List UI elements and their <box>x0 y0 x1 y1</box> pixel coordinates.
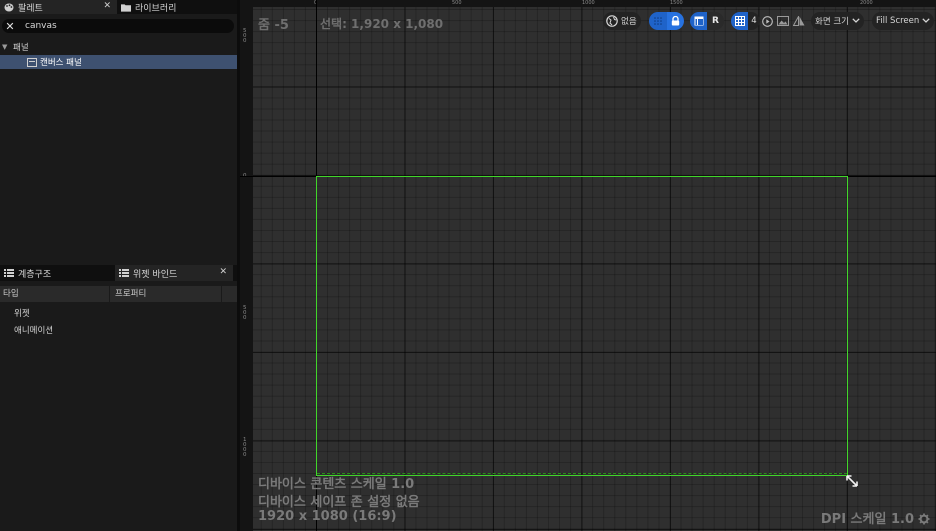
grid-icon <box>734 16 745 26</box>
tab-widget-bindings-label: 위젯 바인드 <box>133 269 178 280</box>
canvas-panel-selection[interactable] <box>316 176 848 476</box>
fill-screen-dropdown[interactable]: Fill Screen <box>872 12 935 30</box>
dotted-grid-toggle[interactable] <box>649 12 667 30</box>
ruler-tick: 5 0 0 <box>243 28 247 44</box>
caret-down-icon: ▼ <box>2 43 8 51</box>
play-circle-icon[interactable] <box>762 15 773 27</box>
tab-palette[interactable]: 팔레트 ✕ <box>0 0 117 14</box>
tree-item-canvas-panel[interactable]: 캔버스 패널 <box>0 55 237 69</box>
dpi-scale-label: DPI 스케일 1.0 <box>820 512 914 527</box>
ruler-tick: 1 0 0 0 <box>243 437 247 458</box>
device-content-scale: 디바이스 콘텐츠 스케일 1.0 <box>258 477 415 492</box>
ruler-tick: 5 0 0 <box>243 305 247 321</box>
lock-icon <box>671 16 680 26</box>
image-icon[interactable] <box>777 16 789 26</box>
view-mode-icons <box>762 12 805 30</box>
column-type[interactable]: 타입 <box>0 286 110 302</box>
chevron-down-icon <box>922 17 930 25</box>
grid-snap-value[interactable]: 4 <box>748 12 760 30</box>
selection-size: 선택: 1,920 x 1,080 <box>320 17 444 31</box>
table-row[interactable]: 애니메이션 <box>14 324 53 336</box>
bindings-table-header: 타입 프로퍼티 <box>0 286 237 302</box>
panel-widget-icon <box>27 57 37 67</box>
ruler-tick: 2000 <box>860 0 873 6</box>
resolution-label: 1920 x 1080 (16:9) <box>258 509 397 524</box>
column-property[interactable]: 프로퍼티 <box>110 286 222 302</box>
table-row[interactable]: 위젯 <box>14 307 30 319</box>
ruler-tick: 1500 <box>670 0 683 6</box>
dotted-grid-icon <box>654 17 662 25</box>
tab-palette-label: 팔레트 <box>18 3 43 14</box>
clear-search-icon[interactable]: ✕ <box>2 20 18 33</box>
respect-locks-button[interactable]: R <box>707 12 724 30</box>
tree-item-label: 캔버스 패널 <box>40 58 82 68</box>
ruler-tick: 1000 <box>582 0 595 6</box>
tree-category-label: 패널 <box>13 43 29 53</box>
layout-icon <box>694 16 703 26</box>
gear-icon[interactable] <box>918 513 930 525</box>
ruler-top: 0 500 1000 1500 2000 <box>240 0 936 7</box>
chevron-down-icon <box>852 17 860 25</box>
globe-icon <box>606 15 618 27</box>
fill-screen-label: Fill Screen <box>876 16 920 26</box>
close-icon[interactable]: ✕ <box>103 1 111 11</box>
lock-toggle[interactable] <box>667 12 684 30</box>
localization-preview[interactable]: 없음 <box>603 12 641 30</box>
layout-toggle[interactable] <box>690 12 707 30</box>
palette-tabbar: 팔레트 ✕ 라이브러리 <box>0 0 237 14</box>
tab-hierarchy-label: 계층구조 <box>18 269 52 280</box>
hierarchy-tabbar: 계층구조 위젯 바인드 ✕ <box>0 265 237 281</box>
left-panel: 팔레트 ✕ 라이브러리 ✕ canvas ▼ 패널 캔버스 패널 계층구조 위젯… <box>0 0 237 531</box>
tab-hierarchy[interactable]: 계층구조 <box>0 265 115 281</box>
search-input[interactable]: ✕ canvas <box>2 19 234 33</box>
ruler-left: 5 0 0 0 5 0 0 1 0 0 0 <box>240 7 253 531</box>
list-icon <box>119 269 129 278</box>
tab-widget-bindings[interactable]: 위젯 바인드 ✕ <box>115 265 233 281</box>
ruler-tick: 500 <box>452 0 462 6</box>
resize-handle-icon[interactable] <box>845 474 859 488</box>
lock-group <box>649 12 684 30</box>
search-value: canvas <box>25 21 57 31</box>
palette-icon <box>4 3 14 12</box>
device-safe-zone: 디바이스 세이프 존 설정 없음 <box>258 495 420 510</box>
tab-library-label: 라이브러리 <box>135 3 177 14</box>
list-icon <box>4 269 14 278</box>
screen-size-label: 화면 크기 <box>815 17 849 27</box>
mirror-triangle-icon[interactable] <box>793 16 805 26</box>
zoom-level: 줌 -5 <box>258 18 289 33</box>
folder-icon <box>121 3 131 12</box>
tree-category-panel[interactable]: ▼ 패널 <box>0 41 237 53</box>
designer-viewport[interactable]: 0 500 1000 1500 2000 5 0 0 0 5 0 0 1 0 0… <box>240 0 936 531</box>
grid-snap-group: 4 <box>731 12 760 30</box>
localization-label: 없음 <box>621 17 637 27</box>
screen-size-dropdown[interactable]: 화면 크기 <box>811 12 864 30</box>
respect-locks-group: R <box>690 12 724 30</box>
grid-snap-toggle[interactable] <box>731 12 748 30</box>
close-icon[interactable]: ✕ <box>219 267 227 277</box>
tab-library[interactable]: 라이브러리 <box>117 0 237 14</box>
